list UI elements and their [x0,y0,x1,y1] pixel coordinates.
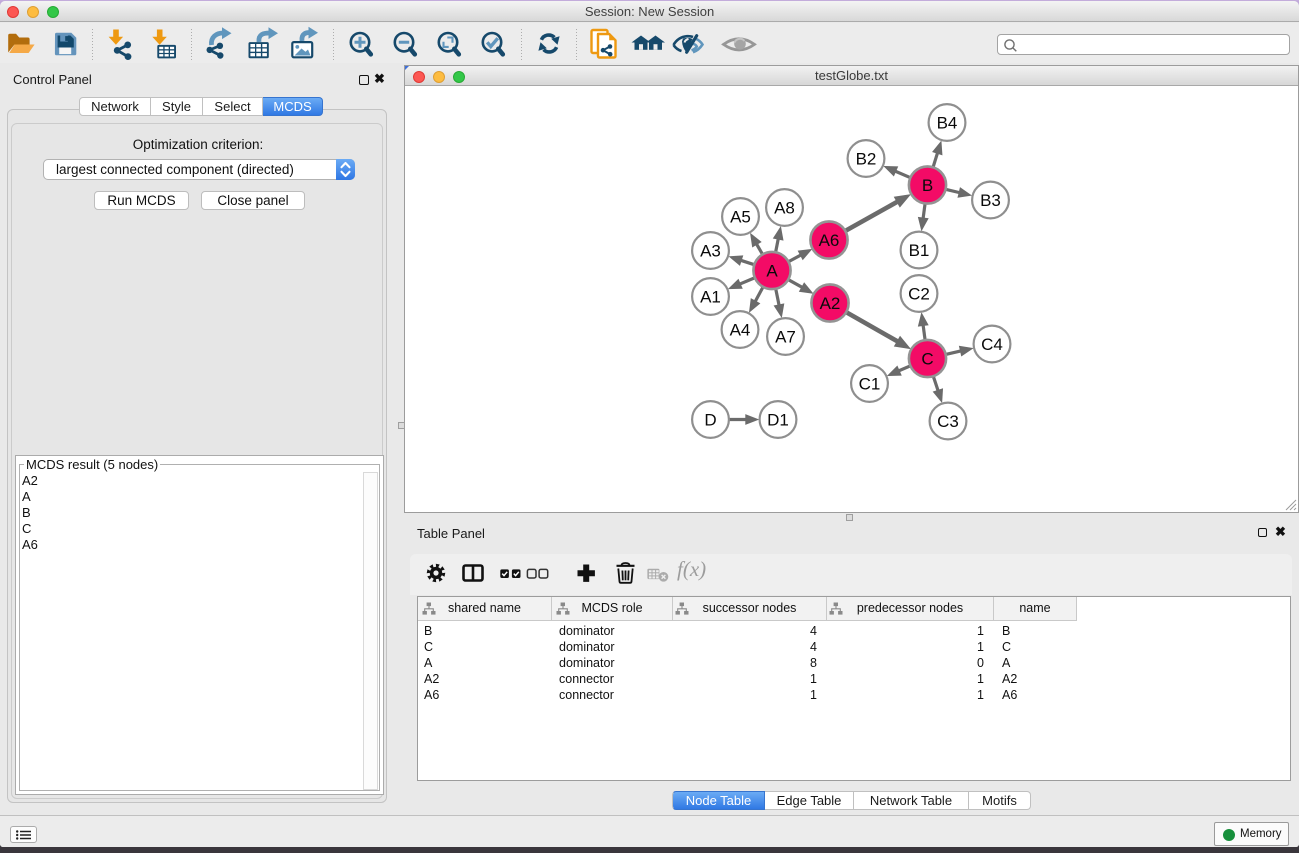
svg-text:D: D [704,411,716,430]
svg-text:D1: D1 [767,411,789,430]
svg-text:A7: A7 [775,328,796,347]
svg-text:B1: B1 [909,241,930,260]
svg-text:B4: B4 [937,114,958,133]
svg-text:A3: A3 [700,242,721,261]
svg-text:A: A [766,262,778,281]
svg-text:C: C [921,350,933,369]
svg-text:C4: C4 [981,335,1003,354]
svg-text:C2: C2 [908,285,930,304]
svg-text:A8: A8 [774,199,795,218]
svg-text:A5: A5 [730,208,751,227]
svg-text:A6: A6 [819,231,840,250]
svg-text:C1: C1 [859,375,881,394]
svg-text:A2: A2 [820,294,841,313]
svg-text:B3: B3 [980,191,1001,210]
svg-text:B2: B2 [856,150,877,169]
svg-text:B: B [922,176,933,195]
svg-text:A1: A1 [700,288,721,307]
svg-text:A4: A4 [730,321,751,340]
svg-text:C3: C3 [937,412,959,431]
